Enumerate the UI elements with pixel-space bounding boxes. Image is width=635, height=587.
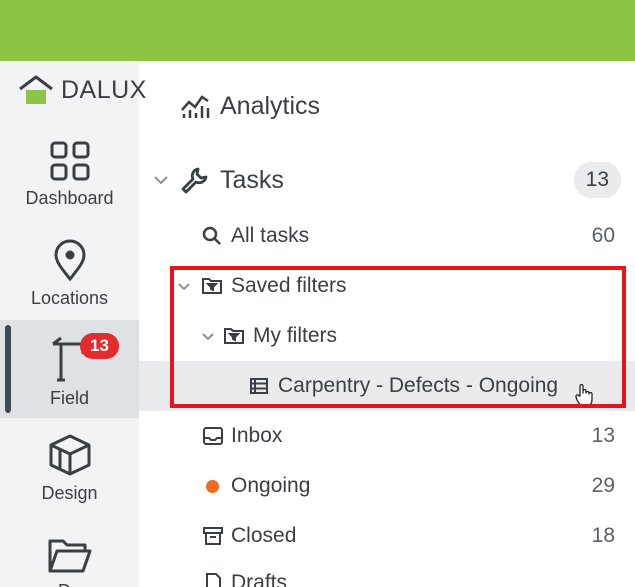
top-bar: [0, 0, 635, 61]
nav-item-my-filters[interactable]: My filters: [139, 311, 635, 361]
closed-count: 18: [591, 524, 615, 547]
navigation-panel: Analytics Tasks 13 All tasks 60 Saved fi…: [139, 61, 635, 587]
rail-item-field[interactable]: Field: [0, 320, 139, 418]
house-icon: [17, 74, 55, 106]
saved-filter-label: Carpentry - Defects - Ongoing: [278, 374, 559, 397]
folder-open-icon: [47, 535, 93, 575]
rail-item-locations[interactable]: Locations: [0, 230, 139, 325]
rail-label-dashboard: Dashboard: [25, 188, 114, 208]
nav-item-saved-filter[interactable]: Carpentry - Defects - Ongoing: [139, 361, 635, 411]
analytics-label: Analytics: [220, 91, 321, 120]
dalux-logo[interactable]: DALUX: [17, 74, 147, 106]
drafts-label: Drafts: [231, 571, 288, 587]
grid-icon: [49, 140, 91, 182]
map-pin-icon: [52, 238, 88, 282]
folder-filter-icon: [201, 277, 223, 295]
ongoing-count: 29: [591, 474, 615, 497]
archive-icon: [202, 526, 224, 546]
nav-item-analytics[interactable]: Analytics: [139, 81, 635, 131]
rail-label-locations: Locations: [30, 288, 109, 308]
rail-item-documents[interactable]: Do: [0, 525, 139, 587]
field-badge: 13: [80, 333, 119, 359]
search-icon: [201, 226, 223, 246]
status-dot-icon: [205, 479, 220, 493]
rail-item-dashboard[interactable]: Dashboard: [0, 130, 139, 225]
ongoing-label: Ongoing: [231, 474, 311, 497]
inbox-label: Inbox: [231, 424, 283, 447]
document-icon: [203, 573, 223, 587]
inbox-count: 13: [591, 424, 615, 447]
rail-label-documents: Do: [58, 581, 81, 587]
closed-label: Closed: [231, 524, 297, 547]
chevron-down-icon[interactable]: [152, 175, 170, 185]
folder-filter-icon: [223, 327, 245, 345]
nav-item-ongoing[interactable]: Ongoing 29: [139, 461, 635, 511]
active-indicator: [5, 325, 11, 413]
nav-item-tasks[interactable]: Tasks 13: [139, 155, 635, 205]
cube-icon: [47, 433, 93, 477]
hand-cursor-icon: [575, 383, 593, 407]
chevron-down-icon[interactable]: [176, 282, 192, 291]
all-tasks-label: All tasks: [231, 224, 310, 247]
logo-text: DALUX: [61, 75, 147, 104]
rail-label-field: Field: [49, 388, 89, 408]
nav-item-saved-filters[interactable]: Saved filters: [139, 261, 635, 311]
my-filters-label: My filters: [253, 324, 337, 347]
chart-icon: [179, 92, 211, 120]
nav-item-inbox[interactable]: Inbox 13: [139, 411, 635, 461]
all-tasks-count: 60: [591, 224, 615, 247]
nav-item-drafts[interactable]: Drafts: [139, 561, 635, 587]
tasks-label: Tasks: [220, 165, 284, 194]
inbox-icon: [202, 427, 224, 445]
rail-item-design[interactable]: Design: [0, 425, 139, 515]
nav-item-closed[interactable]: Closed 18: [139, 511, 635, 561]
nav-item-all-tasks[interactable]: All tasks 60: [139, 211, 635, 261]
saved-filters-label: Saved filters: [231, 274, 347, 297]
rail-label-design: Design: [41, 483, 98, 503]
list-icon: [249, 378, 269, 394]
chevron-down-icon[interactable]: [200, 332, 216, 341]
tasks-count-badge: 13: [573, 162, 621, 198]
wrench-icon: [179, 165, 211, 195]
